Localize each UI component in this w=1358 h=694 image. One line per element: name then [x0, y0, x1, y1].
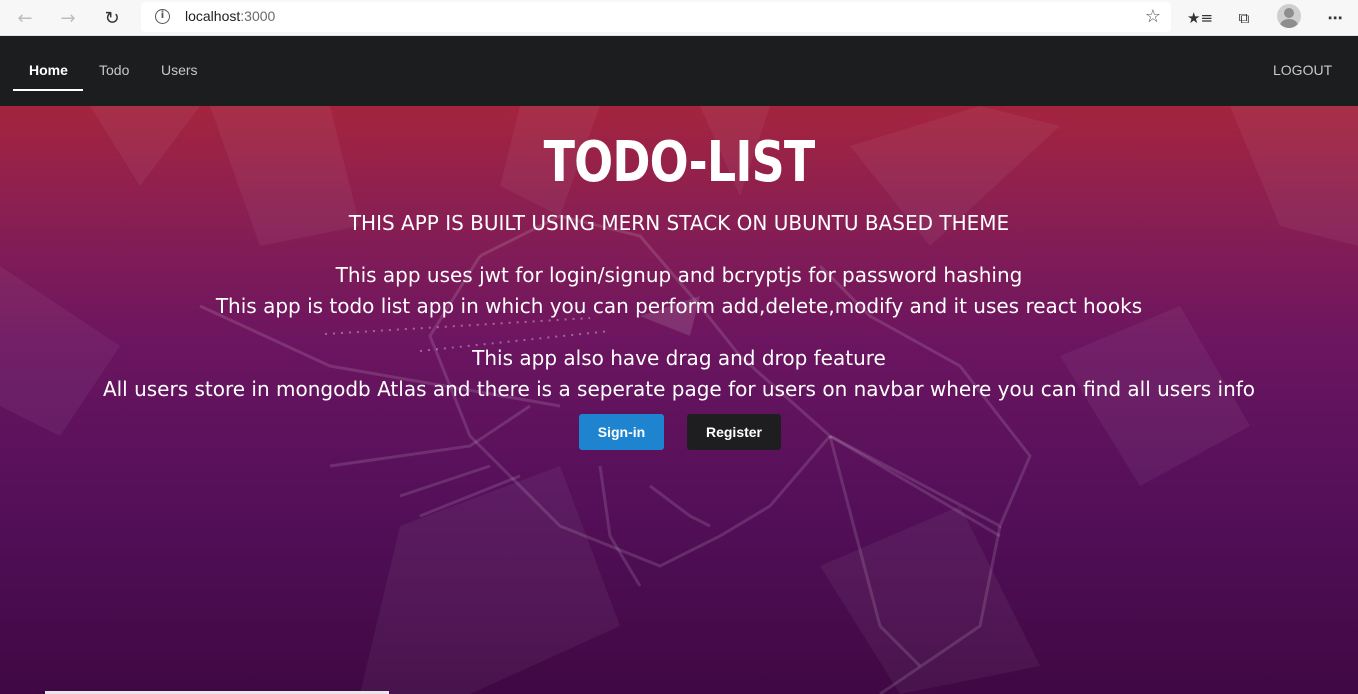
favorites-icon[interactable]: ★≡	[1187, 5, 1213, 31]
info-icon[interactable]: i	[155, 9, 170, 24]
hero-description-line: This app also have drag and drop feature	[472, 346, 886, 370]
url-text[interactable]: localhost:3000	[185, 8, 275, 24]
profile-icon[interactable]	[1277, 4, 1301, 28]
hero-section: TODO-LIST THIS APP IS BUILT USING MERN S…	[0, 106, 1358, 694]
hero-description-line: This app uses jwt for login/signup and b…	[335, 263, 1023, 287]
sign-in-button[interactable]: Sign-in	[579, 414, 664, 450]
nav-active-indicator	[13, 89, 83, 91]
browser-toolbar: ← → ↻ i localhost:3000 ☆ ★≡ ⧉ ⋯	[0, 0, 1358, 36]
hero-description-line: This app is todo list app in which you c…	[215, 294, 1143, 318]
back-icon[interactable]: ←	[13, 6, 37, 30]
collections-icon[interactable]: ⧉	[1231, 5, 1257, 31]
register-button[interactable]: Register	[687, 414, 781, 450]
star-icon[interactable]: ☆	[1145, 6, 1161, 27]
address-bar[interactable]: i localhost:3000 ☆	[141, 2, 1171, 32]
nav-todo[interactable]: Todo	[99, 62, 129, 78]
refresh-icon[interactable]: ↻	[100, 6, 124, 30]
app-navbar: Home Todo Users LOGOUT	[0, 36, 1358, 106]
hero-subtitle: THIS APP IS BUILT USING MERN STACK ON UB…	[348, 211, 1010, 235]
forward-icon[interactable]: →	[56, 6, 80, 30]
nav-users[interactable]: Users	[161, 62, 198, 78]
logout-link[interactable]: LOGOUT	[1273, 62, 1332, 78]
page-title: TODO-LIST	[543, 130, 816, 195]
more-icon[interactable]: ⋯	[1322, 5, 1348, 31]
nav-home[interactable]: Home	[29, 62, 68, 78]
hero-description-line: All users store in mongodb Atlas and the…	[102, 377, 1256, 401]
